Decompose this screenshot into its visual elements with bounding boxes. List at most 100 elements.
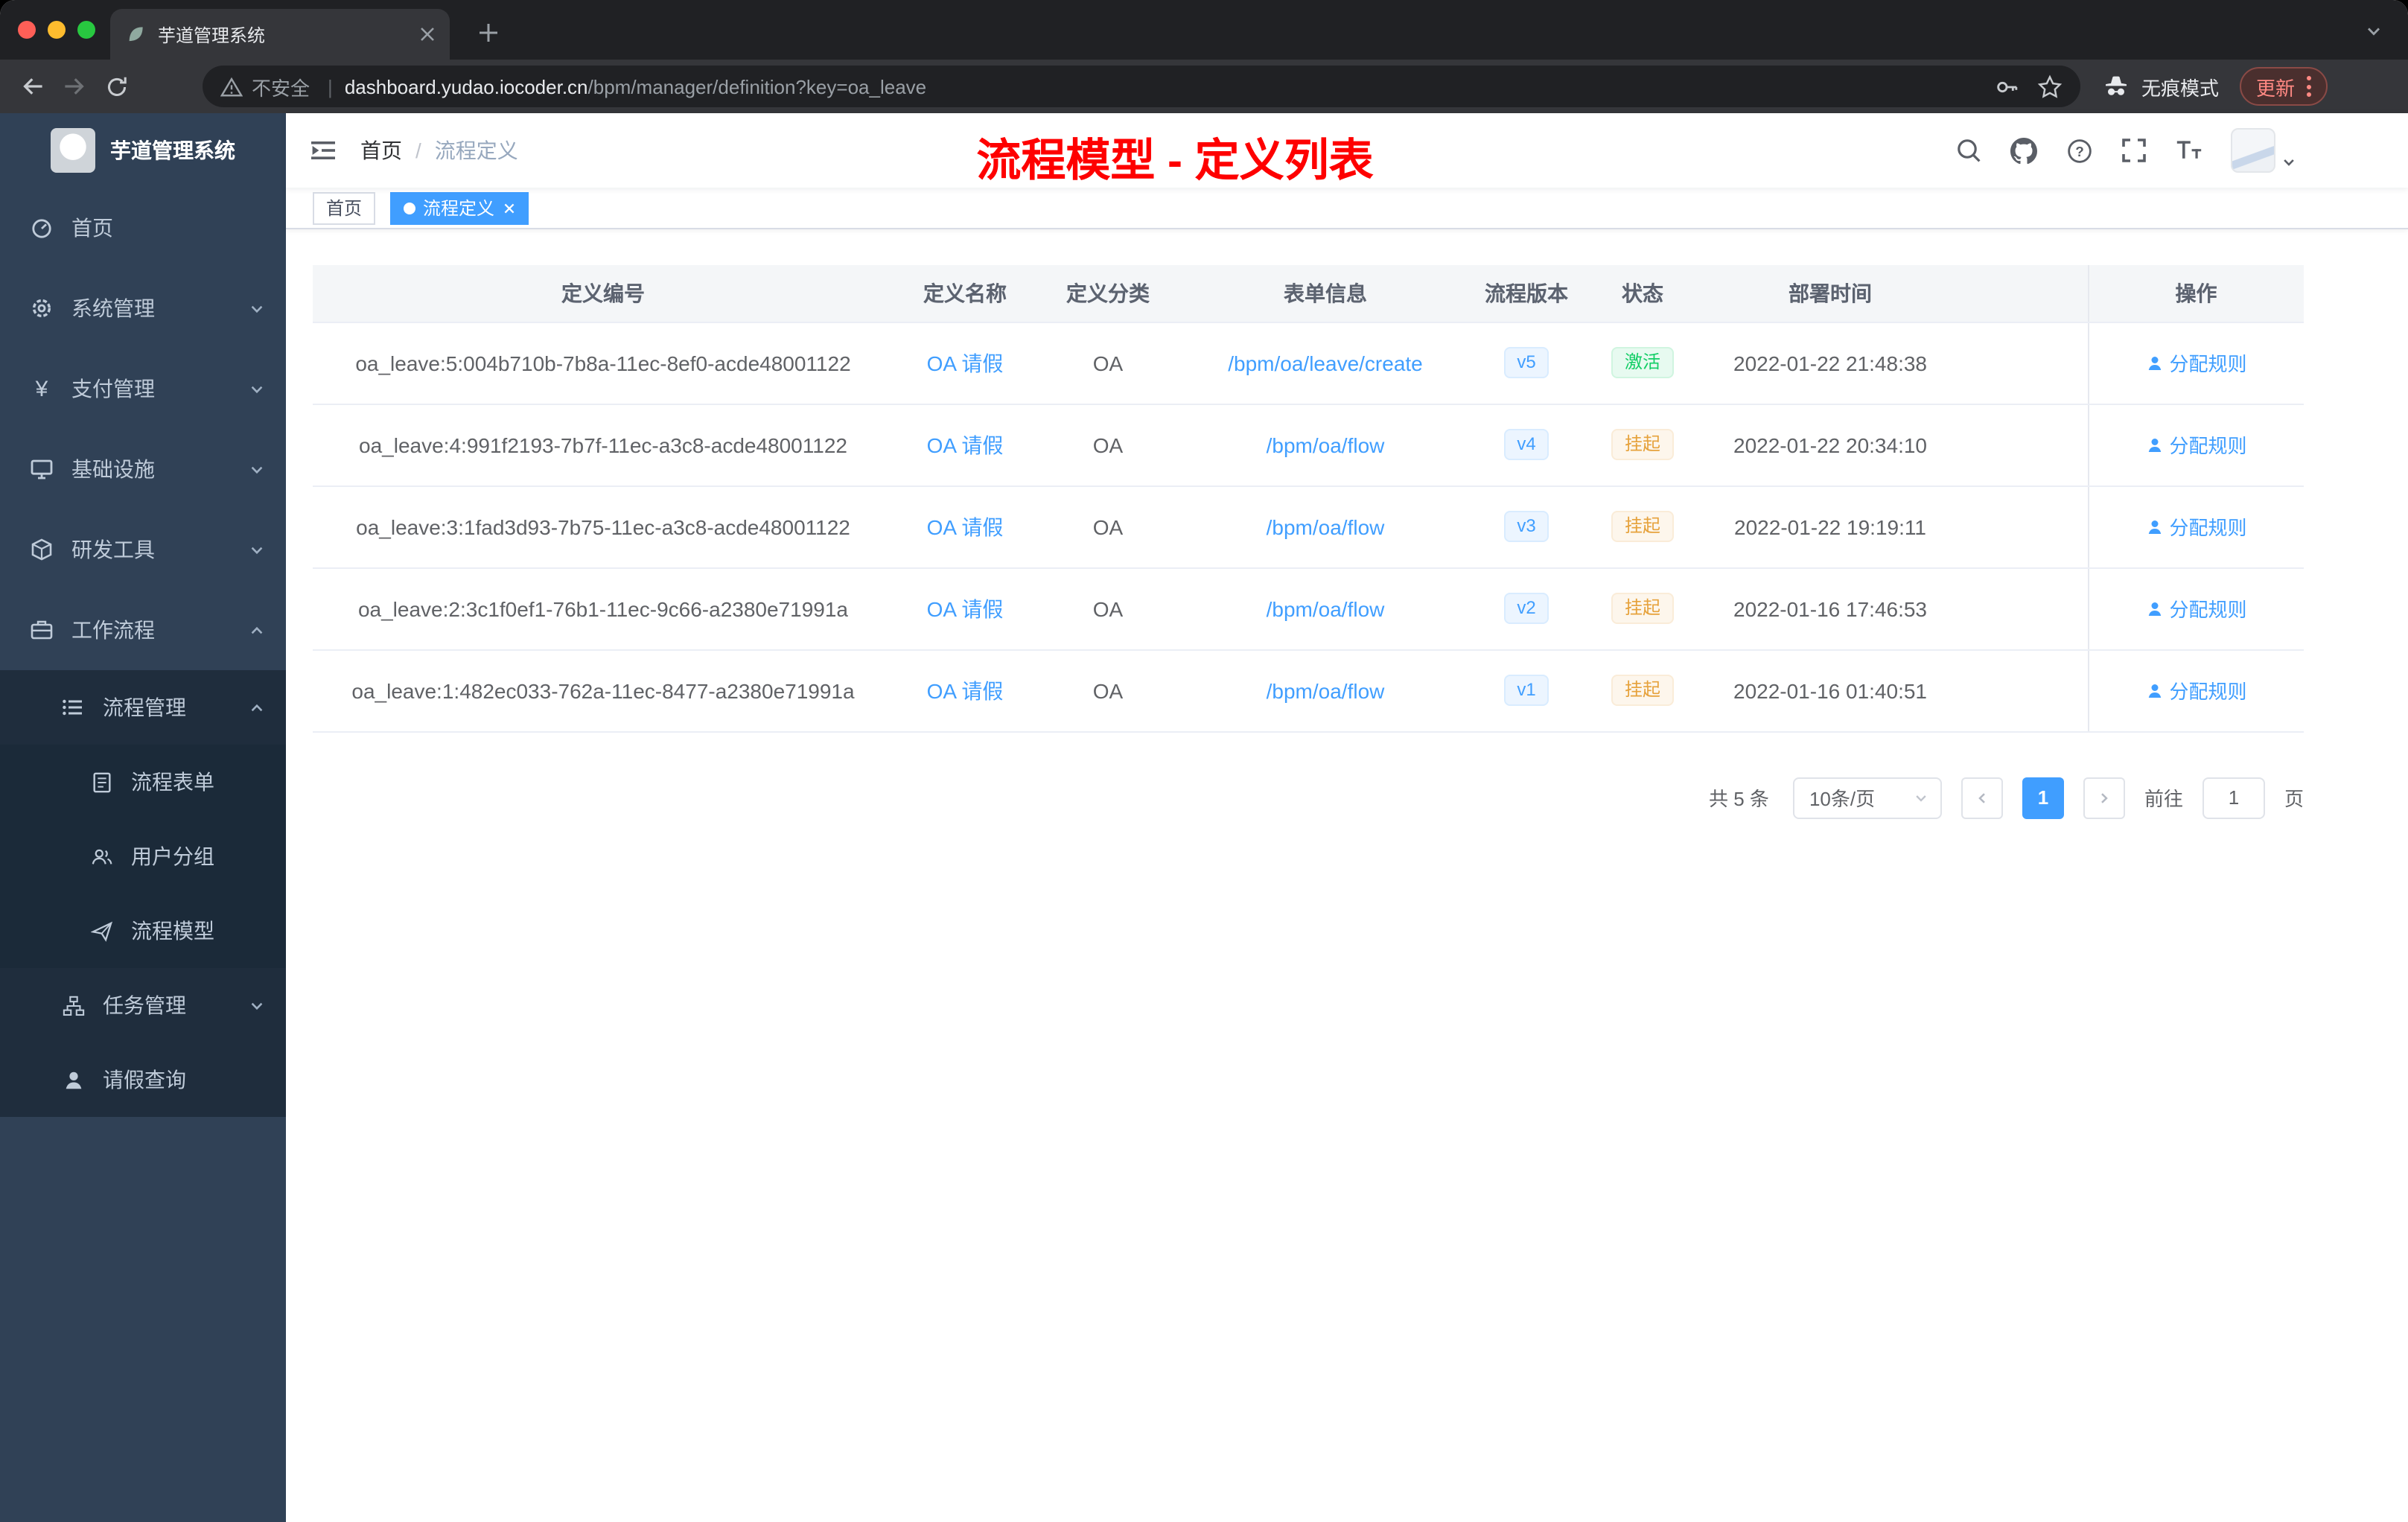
font-size-icon[interactable] <box>2176 137 2202 164</box>
form-link[interactable]: /bpm/oa/flow <box>1267 433 1385 456</box>
tag-home[interactable]: 首页 <box>313 191 376 224</box>
help-question-icon[interactable]: ? <box>2065 137 2092 164</box>
form-link[interactable]: /bpm/oa/flow <box>1267 515 1385 538</box>
sidebar-item-process-form[interactable]: 流程表单 <box>0 745 286 819</box>
status-badge: 挂起 <box>1611 429 1674 460</box>
chevron-down-icon <box>249 997 265 1013</box>
assign-rule-link[interactable]: 分配规则 <box>2145 594 2247 623</box>
paper-plane-icon <box>89 919 113 943</box>
main-content: 定义编号 定义名称 定义分类 表单信息 流程版本 状态 部署时间 操作 oa_l… <box>286 229 2408 1522</box>
tag-label: 首页 <box>326 198 363 219</box>
refresh-icon[interactable] <box>95 66 137 107</box>
chevron-down-icon <box>2281 155 2296 170</box>
cell-category: OA <box>1036 649 1179 732</box>
browser-tab[interactable]: 芋道管理系统 <box>110 9 450 60</box>
password-key-icon[interactable] <box>1994 74 2019 99</box>
cell-deploy-time: 2022-01-22 19:19:11 <box>1704 485 1957 568</box>
next-page-button[interactable] <box>2083 777 2125 818</box>
definition-name-link[interactable]: OA 请假 <box>927 351 1004 375</box>
browser-update-button[interactable]: 更新 <box>2239 67 2328 106</box>
cell-deploy-time: 2022-01-22 21:48:38 <box>1704 322 1957 404</box>
definition-name-link[interactable]: OA 请假 <box>927 678 1004 702</box>
cell-definition-id: oa_leave:2:3c1f0ef1-76b1-11ec-9c66-a2380… <box>313 567 894 650</box>
status-badge: 挂起 <box>1611 593 1674 624</box>
back-icon[interactable] <box>12 66 54 107</box>
version-tag: v1 <box>1503 675 1549 706</box>
sidebar-item-user-group[interactable]: 用户分组 <box>0 819 286 894</box>
sidebar-item-label: 流程表单 <box>131 770 214 794</box>
chevron-down-icon <box>249 461 265 477</box>
sidebar-item-leave-query[interactable]: 请假查询 <box>0 1042 286 1117</box>
cell-form-info: /bpm/oa/flow <box>1179 567 1471 650</box>
avatar[interactable] <box>2231 128 2275 173</box>
sidebar-logo[interactable]: 芋道管理系统 <box>0 113 286 188</box>
sidebar-item-home[interactable]: 首页 <box>0 188 286 268</box>
sidebar-item-label: 研发工具 <box>71 538 155 561</box>
hamburger-icon[interactable] <box>286 113 360 188</box>
cell-status: 激活 <box>1582 322 1704 404</box>
sidebar-item-label: 任务管理 <box>103 993 186 1017</box>
sidebar-item-system[interactable]: 系统管理 <box>0 268 286 348</box>
tab-close-icon[interactable] <box>420 27 435 42</box>
table-row: oa_leave:1:482ec033-762a-11ec-8477-a2380… <box>313 649 2304 732</box>
prev-page-button[interactable] <box>1961 777 2003 818</box>
browser-toolbar: 不安全 | dashboard.yudao.iocoder.cn/bpm/man… <box>0 60 2408 113</box>
sidebar-item-process-model[interactable]: 流程模型 <box>0 894 286 968</box>
form-link[interactable]: /bpm/oa/flow <box>1267 596 1385 620</box>
cell-filler <box>1957 322 2088 404</box>
fullscreen-icon[interactable] <box>2121 137 2147 164</box>
cell-status: 挂起 <box>1582 404 1704 486</box>
minimize-window-button[interactable] <box>48 21 66 39</box>
form-link[interactable]: /bpm/oa/flow <box>1267 678 1385 702</box>
forward-icon[interactable] <box>54 66 95 107</box>
current-page-button[interactable]: 1 <box>2022 777 2064 818</box>
sidebar-item-workflow[interactable]: 工作流程 <box>0 590 286 670</box>
sidebar-item-infrastructure[interactable]: 基础设施 <box>0 429 286 509</box>
col-definition-name: 定义名称 <box>894 265 1036 322</box>
yen-icon: ¥ <box>35 376 48 401</box>
user-icon <box>2148 438 2161 451</box>
zoom-window-button[interactable] <box>77 21 95 39</box>
new-tab-button[interactable] <box>468 12 509 54</box>
close-window-button[interactable] <box>18 21 36 39</box>
address-bar[interactable]: 不安全 | dashboard.yudao.iocoder.cn/bpm/man… <box>203 66 2080 107</box>
definition-name-link[interactable]: OA 请假 <box>927 596 1004 620</box>
browser-menu-icon[interactable] <box>2307 76 2311 97</box>
assign-rule-link[interactable]: 分配规则 <box>2145 512 2247 541</box>
sidebar-item-dev-tools[interactable]: 研发工具 <box>0 509 286 590</box>
sidebar-item-label: 用户分组 <box>131 844 214 868</box>
github-icon[interactable] <box>2010 137 2037 164</box>
goto-page-input[interactable] <box>2202 777 2265 818</box>
tag-process-definition[interactable]: 流程定义 <box>390 191 529 224</box>
sidebar-item-task-management[interactable]: 任务管理 <box>0 968 286 1042</box>
cell-status: 挂起 <box>1582 485 1704 568</box>
bookmark-star-icon[interactable] <box>2037 74 2063 99</box>
definition-name-link[interactable]: OA 请假 <box>927 433 1004 456</box>
page-size-select[interactable]: 10条/页 <box>1792 777 1942 818</box>
sidebar-item-label: 工作流程 <box>71 618 155 642</box>
sidebar-item-label: 首页 <box>71 216 113 240</box>
assign-rule-link[interactable]: 分配规则 <box>2145 348 2247 377</box>
monitor-icon <box>30 457 54 481</box>
definition-name-link[interactable]: OA 请假 <box>927 515 1004 538</box>
pagination: 共 5 条 10条/页 1 前往 1 页 <box>313 777 2304 818</box>
chevron-up-icon <box>249 622 265 638</box>
version-tag: v4 <box>1503 429 1549 460</box>
assign-rule-link[interactable]: 分配规则 <box>2145 430 2247 459</box>
chevron-down-icon <box>249 300 265 316</box>
status-badge: 挂起 <box>1611 675 1674 706</box>
table-header-row: 定义编号 定义名称 定义分类 表单信息 流程版本 状态 部署时间 操作 <box>313 265 2304 322</box>
search-icon[interactable] <box>1955 137 1982 164</box>
sidebar-item-payment[interactable]: ¥ 支付管理 <box>0 348 286 429</box>
sidebar-item-label: 支付管理 <box>71 377 155 401</box>
user-menu[interactable] <box>2231 128 2296 173</box>
tag-close-icon[interactable] <box>503 202 515 214</box>
sidebar-item-process-management[interactable]: 流程管理 <box>0 670 286 745</box>
tab-search-chevron-icon[interactable] <box>2354 12 2393 51</box>
form-link[interactable]: /bpm/oa/leave/create <box>1228 351 1423 375</box>
chevron-up-icon <box>249 699 265 716</box>
users-icon <box>89 844 113 868</box>
cell-version: v3 <box>1471 485 1582 568</box>
assign-rule-link[interactable]: 分配规则 <box>2145 676 2247 704</box>
breadcrumb-home[interactable]: 首页 <box>360 136 402 165</box>
